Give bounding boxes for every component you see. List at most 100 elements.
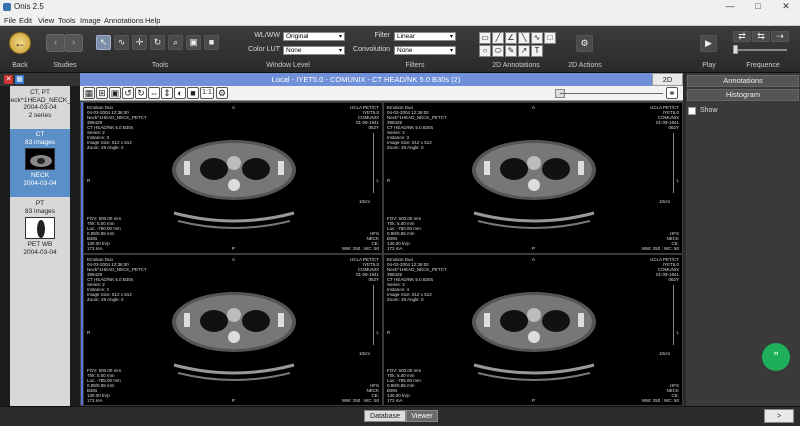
circle-annotation-button[interactable]: ○ <box>479 45 491 57</box>
rotate-left-button[interactable]: ↺ <box>122 87 134 99</box>
next-page-button[interactable]: > <box>764 409 794 423</box>
invert-button[interactable]: ◐ <box>174 87 186 99</box>
rotate-tool-button[interactable]: ↻ <box>150 35 165 50</box>
frequence-slider-track[interactable] <box>735 49 787 51</box>
viewport-bottom-right[interactable]: Emotion Duo 04-03-2004 12:36:00 Neck^1HE… <box>383 254 683 406</box>
grid-icon: ⊞ <box>98 88 106 98</box>
orientation-left: R <box>387 330 391 335</box>
window-level-tool-button[interactable]: ∿ <box>114 35 129 50</box>
flip-horizontal-button[interactable]: ⇔ <box>148 87 160 99</box>
actions-label: 2D Actions <box>568 62 602 69</box>
image-viewer[interactable]: Emotion Duo 04-03-2004 12:36:00 Neck^1HE… <box>80 101 683 406</box>
scale-label: 10cm <box>658 351 670 356</box>
rotate-right-button[interactable]: ↻ <box>135 87 147 99</box>
link-button[interactable]: ⚭ <box>666 87 678 99</box>
settings-button[interactable]: ⚙ <box>216 87 228 99</box>
loop-mode-button[interactable]: ⇄ <box>733 31 751 42</box>
tab-database[interactable]: Database <box>364 410 406 422</box>
menu-image[interactable]: Image <box>80 16 101 25</box>
chat-fab-button[interactable]: ” <box>762 343 790 371</box>
series-modality: PT <box>35 200 45 207</box>
pen-icon: ✎ <box>507 46 515 55</box>
series-item-ct[interactable]: CT 83 images NECK 2004-03-04 <box>10 129 70 197</box>
menu-annotations[interactable]: Annotations <box>104 16 144 25</box>
overlay-top-left: Emotion Duo 04-03-2004 12:36:00 Neck^1HE… <box>387 257 447 302</box>
region-tool-button[interactable]: ■ <box>204 35 219 50</box>
flip-vertical-button[interactable]: ⇕ <box>161 87 173 99</box>
show-histogram-checkbox[interactable] <box>688 107 696 115</box>
wlww-select[interactable]: Original <box>283 32 345 41</box>
pointer-tool-button[interactable]: ↖ <box>96 35 111 50</box>
pen-annotation-button[interactable]: ✎ <box>505 45 517 57</box>
viewport-bottom-left[interactable]: Emotion Duo 04-03-2004 12:36:00 Neck^1HE… <box>83 254 383 406</box>
play-icon: ▶ <box>705 38 712 48</box>
slice-slider-track[interactable] <box>560 93 663 94</box>
series-label: NECK <box>30 172 50 179</box>
grid-1-button[interactable]: ▦ <box>83 87 95 99</box>
pan-tool-button[interactable]: ✛ <box>132 35 147 50</box>
bottom-bar: Database Viewer > <box>0 406 800 426</box>
app-icon <box>3 3 11 11</box>
freehand-annotation-button[interactable]: ∿ <box>531 32 543 44</box>
series-images: 83 images <box>25 138 55 146</box>
series-item-pt[interactable]: PT 83 images PET WB 2004-03-04 <box>10 198 70 266</box>
orientation-top: A <box>232 257 236 262</box>
once-mode-button[interactable]: ⇢ <box>771 31 789 42</box>
menu-edit[interactable]: Edit <box>19 16 32 25</box>
viewport-top-right[interactable]: Emotion Duo 04-03-2004 12:36:00 Neck^1HE… <box>383 102 683 254</box>
angle-annotation-button[interactable]: ∠ <box>505 32 517 44</box>
frequence-slider-handle[interactable] <box>733 45 738 54</box>
menu-view[interactable]: View <box>38 16 54 25</box>
layout-button[interactable]: ▦ <box>15 75 24 84</box>
reset-button[interactable]: ■ <box>187 87 199 99</box>
study-header[interactable]: CT, PT Neck^1HEAD_NECK_... 2004-03-04 2 … <box>6 89 76 119</box>
color-lut-select[interactable]: None <box>283 46 345 55</box>
flip-vertical-icon: ⇕ <box>163 88 171 98</box>
chevron-left-icon: ‹ <box>53 37 58 48</box>
line-annotation-button[interactable]: ╱ <box>492 32 504 44</box>
minimize-button[interactable]: — <box>716 0 744 14</box>
close-study-button[interactable]: ✕ <box>4 75 13 84</box>
tools-label: Tools <box>151 62 169 69</box>
histogram-section-header[interactable]: Histogram <box>687 89 799 101</box>
convolution-select[interactable]: None <box>394 46 456 55</box>
annotations-section-header[interactable]: Annotations <box>687 75 799 87</box>
quote-icon: ” <box>773 349 779 364</box>
polyline-annotation-button[interactable]: ╲ <box>518 32 530 44</box>
text-annotation-button[interactable]: T <box>531 45 543 57</box>
back-button[interactable]: ← <box>9 32 31 54</box>
viewport-top-left[interactable]: Emotion Duo 04-03-2004 12:36:00 Neck^1HE… <box>83 102 383 254</box>
bounce-mode-button[interactable]: ⇆ <box>752 31 770 42</box>
study-patient: CT, PT <box>30 89 50 96</box>
menu-help[interactable]: Help <box>145 16 160 25</box>
zoom-1-1-button[interactable]: 1:1 <box>200 87 214 99</box>
fit-button[interactable]: ▣ <box>109 87 121 99</box>
rectangle-annotation-button[interactable]: ▭ <box>479 32 491 44</box>
ellipse-annotation-button[interactable]: ⬭ <box>492 45 504 57</box>
scale-label: 10cm <box>358 199 370 204</box>
menu-tools[interactable]: Tools <box>58 16 76 25</box>
next-study-button[interactable]: › <box>64 34 83 52</box>
maximize-button[interactable]: □ <box>744 0 772 14</box>
orientation-right: L <box>376 330 379 335</box>
angle-icon: ∠ <box>507 33 515 42</box>
crop-tool-button[interactable]: ▣ <box>186 35 201 50</box>
series-modality: CT <box>35 131 45 138</box>
filter-select[interactable]: Linear <box>394 32 456 41</box>
tab-2d[interactable]: 2D <box>652 73 683 86</box>
ct-slice-image <box>472 292 596 381</box>
orientation-bottom: P <box>532 246 536 251</box>
close-button[interactable]: ✕ <box>772 0 800 14</box>
study-date: 2004-03-04 <box>23 104 57 111</box>
actions-button[interactable]: ⚙ <box>576 35 593 52</box>
arrow-annotation-button[interactable]: ↗ <box>518 45 530 57</box>
previous-study-button[interactable]: ‹ <box>46 34 65 52</box>
square-annotation-button[interactable]: □ <box>544 32 556 44</box>
grid-2-button[interactable]: ⊞ <box>96 87 108 99</box>
play-button[interactable]: ▶ <box>700 35 717 52</box>
gear-icon: ⚙ <box>217 88 227 98</box>
menu-file[interactable]: File <box>4 16 16 25</box>
zoom-tool-button[interactable]: ⌕ <box>168 35 183 50</box>
tab-viewer[interactable]: Viewer <box>406 410 438 422</box>
main-toolbar: ← Back ‹ › Studies ↖ ∿ ✛ ↻ ⌕ ▣ ■ Tools W… <box>0 26 800 73</box>
